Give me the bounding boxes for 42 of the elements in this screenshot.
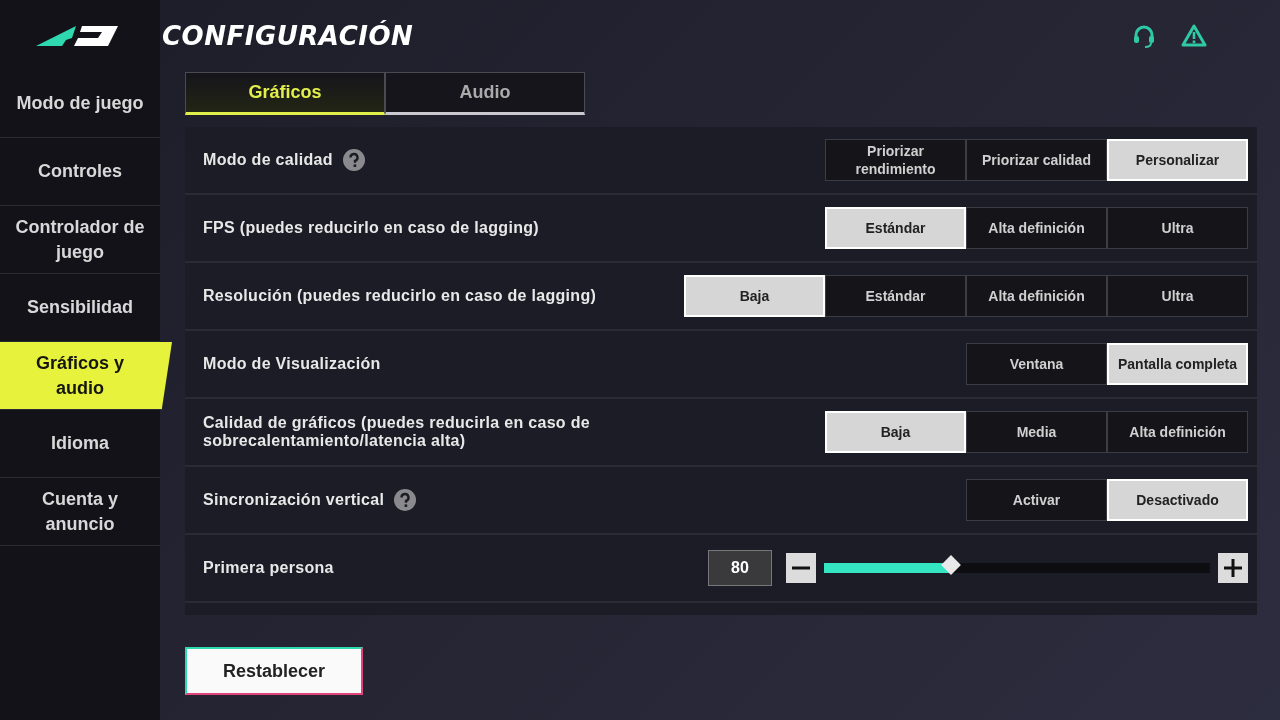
- headset-icon[interactable]: [1131, 23, 1157, 49]
- setting-label: Sincronización vertical: [203, 491, 385, 509]
- setting-label: Modo de Visualización: [203, 355, 381, 373]
- sidebar-item[interactable]: Idioma: [0, 410, 160, 478]
- sidebar-item[interactable]: Cuenta y anuncio: [0, 478, 160, 546]
- option-button[interactable]: Alta definición: [1107, 411, 1248, 453]
- minus-button[interactable]: [786, 553, 816, 583]
- option-button[interactable]: Activar: [966, 479, 1107, 521]
- sidebar-item[interactable]: Controlador de juego: [0, 206, 160, 274]
- plus-button[interactable]: [1218, 553, 1248, 583]
- sidebar-item[interactable]: Modo de juego: [0, 70, 160, 138]
- option-button[interactable]: Pantalla completa: [1107, 343, 1248, 385]
- reset-button[interactable]: Restablecer: [185, 647, 363, 695]
- option-button[interactable]: Ultra: [1107, 207, 1248, 249]
- tab[interactable]: Audio: [385, 72, 585, 115]
- option-button[interactable]: Desactivado: [1107, 479, 1248, 521]
- setting-label: Resolución (puedes reducirlo en caso de lagging): [203, 287, 597, 305]
- warning-icon[interactable]: [1181, 23, 1207, 49]
- setting-label: Calidad de gráficos (puedes reducirla en caso de sobrecalentamiento/latencia alta): [203, 414, 591, 450]
- value-field[interactable]: 80: [708, 550, 772, 586]
- option-button[interactable]: Baja: [825, 411, 966, 453]
- option-button[interactable]: Baja: [684, 275, 825, 317]
- setting-label: Primera persona: [203, 559, 334, 577]
- option-button[interactable]: Estándar: [825, 275, 966, 317]
- option-button[interactable]: Alta definición: [966, 275, 1107, 317]
- sidebar-item[interactable]: Controles: [0, 138, 160, 206]
- logo-icon: [36, 24, 118, 46]
- page-title: CONFIGURACIÓN: [162, 21, 414, 51]
- option-button[interactable]: Ventana: [966, 343, 1107, 385]
- tab[interactable]: Gráficos: [185, 72, 385, 115]
- option-button[interactable]: Priorizar rendimiento: [825, 139, 966, 181]
- help-icon[interactable]: [342, 149, 365, 171]
- option-button[interactable]: Estándar: [825, 207, 966, 249]
- option-button[interactable]: Alta definición: [966, 207, 1107, 249]
- option-button[interactable]: Ultra: [1107, 275, 1248, 317]
- setting-label: Modo de calidad: [203, 151, 333, 169]
- setting-label: FPS (puedes reducirlo en caso de lagging): [203, 219, 539, 237]
- option-button[interactable]: Priorizar calidad: [966, 139, 1107, 181]
- help-icon[interactable]: [394, 489, 417, 511]
- option-button[interactable]: Personalizar: [1107, 139, 1248, 181]
- sidebar-item[interactable]: Gráficos y audio: [0, 342, 172, 410]
- option-button[interactable]: Media: [966, 411, 1107, 453]
